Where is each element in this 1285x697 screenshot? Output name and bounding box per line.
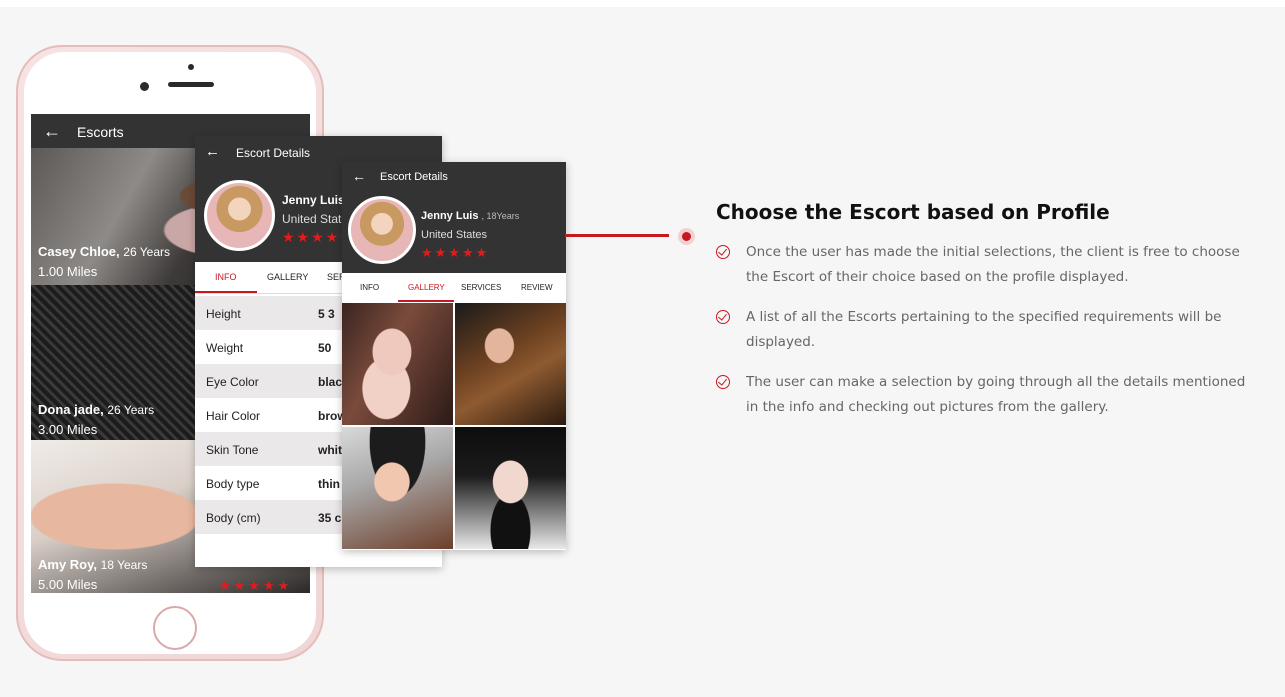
feature-text: The user can make a selection by going t…: [746, 374, 1246, 415]
avatar: [348, 196, 416, 264]
camera-dot: [188, 64, 194, 70]
connector-line: [565, 234, 669, 237]
tab-services[interactable]: SERVICES: [461, 283, 501, 292]
check-circle-icon: [716, 310, 730, 324]
front-camera: [140, 82, 149, 91]
rating-stars: ★★★★★: [219, 578, 293, 593]
gallery-photo[interactable]: [455, 427, 566, 549]
escort-gallery-screen: ← Escort Details Jenny Luis , 18Years Un…: [342, 162, 566, 550]
home-button[interactable]: [153, 606, 197, 650]
speaker-grille: [168, 82, 214, 87]
feature-text: Once the user has made the initial selec…: [746, 244, 1240, 285]
feature-point: The user can make a selection by going t…: [716, 370, 1256, 420]
check-circle-icon: [716, 245, 730, 259]
connector-dot-center: [682, 232, 691, 241]
details-tabs: INFO GALLERY SERVICES REVIEW: [342, 273, 566, 302]
connector-dot: [678, 228, 695, 245]
feature-point: Once the user has made the initial selec…: [716, 240, 1256, 290]
tab-info[interactable]: INFO: [360, 283, 379, 292]
escort-distance: 3.00 Miles: [38, 422, 98, 437]
gallery-photo[interactable]: [455, 303, 566, 425]
avatar: [204, 180, 275, 251]
tab-info[interactable]: INFO: [215, 272, 237, 282]
details-header: ← Escort Details Jenny Luis , 18Years Un…: [342, 162, 566, 273]
back-arrow-icon[interactable]: ←: [205, 143, 220, 160]
profile-name: Jenny Luis: [282, 193, 345, 207]
list-title: Escorts: [77, 124, 124, 140]
active-tab-indicator: [398, 300, 454, 302]
escort-name: Amy Roy, 18 Years: [38, 557, 148, 572]
escort-name: Casey Chloe, 26 Years: [38, 244, 170, 259]
details-title: Escort Details: [380, 171, 448, 183]
tab-review[interactable]: REVIEW: [521, 283, 553, 292]
feature-text: A list of all the Escorts pertaining to …: [746, 309, 1222, 350]
active-tab-indicator: [195, 291, 257, 293]
tab-gallery[interactable]: GALLERY: [408, 283, 445, 292]
escort-distance: 1.00 Miles: [38, 264, 98, 279]
section-heading: Choose the Escort based on Profile: [716, 200, 1110, 224]
profile-country: United States: [421, 229, 488, 241]
feature-section: ← Escorts Casey Chloe, 26 Years 1.00 Mil…: [0, 0, 1285, 697]
back-arrow-icon[interactable]: ←: [43, 121, 61, 142]
gallery-photo[interactable]: [342, 427, 453, 549]
profile-name: Jenny Luis , 18Years: [421, 210, 520, 222]
rating-stars: ★★★★★: [421, 245, 490, 260]
feature-point: A list of all the Escorts pertaining to …: [716, 305, 1256, 355]
check-circle-icon: [716, 375, 730, 389]
tab-gallery[interactable]: GALLERY: [267, 272, 308, 282]
escort-name: Dona jade, 26 Years: [38, 402, 155, 417]
gallery-photo[interactable]: [342, 303, 453, 425]
details-title: Escort Details: [236, 146, 311, 160]
back-arrow-icon[interactable]: ←: [352, 168, 366, 184]
escort-distance: 5.00 Miles: [38, 577, 98, 592]
